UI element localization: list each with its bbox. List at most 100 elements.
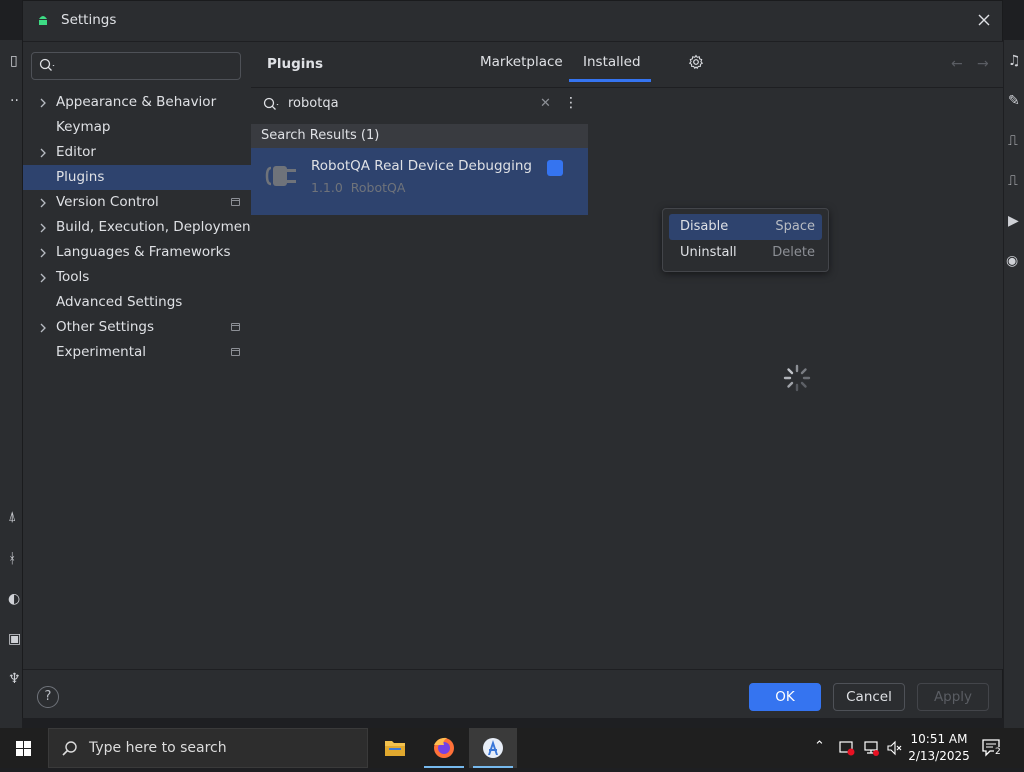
android-studio-taskbar-icon[interactable] <box>469 728 517 768</box>
device-manager-icon[interactable]: ⎍ <box>1008 174 1018 188</box>
settings-sidebar: Appearance & Behavior Keymap Editor Plug… <box>23 41 256 669</box>
clock-date: 2/13/2025 <box>908 749 970 763</box>
file-explorer-icon[interactable] <box>371 728 419 768</box>
clock-time: 10:51 AM <box>910 732 968 746</box>
notifications-icon[interactable]: ♫ <box>1008 54 1021 68</box>
security-icon[interactable] <box>838 739 856 757</box>
device-icon[interactable]: ⎍ <box>1008 134 1018 148</box>
sidebar-item-editor[interactable]: Editor <box>23 140 251 165</box>
chevron-right-icon[interactable] <box>39 223 47 233</box>
chevron-up-icon[interactable]: ⌃ <box>814 739 832 757</box>
tab-marketplace[interactable]: Marketplace <box>480 54 563 70</box>
plugin-list-item[interactable]: RobotQA Real Device Debugging 1.1.0 Robo… <box>251 148 588 215</box>
folder-icon[interactable]: ▯ <box>10 54 18 68</box>
project-level-icon <box>231 323 240 331</box>
loading-spinner-icon <box>783 364 811 392</box>
sidebar-item-appearance-behavior[interactable]: Appearance & Behavior <box>23 90 251 115</box>
sidebar-item-label: Languages & Frameworks <box>56 244 231 260</box>
search-icon <box>39 58 55 71</box>
sidebar-item-label: Other Settings <box>56 319 154 335</box>
plugin-search-input[interactable]: robotqa ✕ ⋮ <box>251 88 588 122</box>
apply-button[interactable]: Apply <box>917 683 989 711</box>
settings-search-input[interactable] <box>31 52 241 80</box>
cancel-button[interactable]: Cancel <box>833 683 905 711</box>
notification-count: 2 <box>994 747 1002 757</box>
clear-icon[interactable]: ✕ <box>540 96 551 111</box>
plugin-search-query: robotqa <box>288 96 339 111</box>
taskbar-clock[interactable]: 10:51 AM 2/13/2025 <box>904 731 974 765</box>
active-tab-indicator <box>569 79 651 82</box>
settings-dialog: Settings Appearance & Behavior Keymap Ed <box>22 0 1003 718</box>
gear-icon[interactable] <box>688 54 704 70</box>
sidebar-item-plugins[interactable]: Plugins <box>23 165 251 190</box>
plugin-enabled-checkbox[interactable] <box>547 160 563 176</box>
problems-icon[interactable]: ◐ <box>8 592 20 606</box>
sidebar-item-advanced-settings[interactable]: Advanced Settings <box>23 290 251 315</box>
help-button[interactable]: ? <box>37 686 59 708</box>
taskbar-search-input[interactable]: Type here to search <box>48 728 368 768</box>
plugin-list: robotqa ✕ ⋮ Search Results (1) RobotQA R… <box>251 88 588 670</box>
chevron-right-icon[interactable] <box>39 148 47 158</box>
chevron-right-icon[interactable] <box>39 248 47 258</box>
menu-item-disable[interactable]: Disable Space <box>669 214 822 240</box>
plugin-context-menu: Disable Space Uninstall Delete <box>662 208 829 272</box>
plugin-name: RobotQA Real Device Debugging <box>311 158 533 174</box>
vcs-icon[interactable]: ♆ <box>8 672 21 686</box>
more-options-icon[interactable]: ⋮ <box>564 95 578 111</box>
back-arrow-icon[interactable]: ← <box>951 56 963 72</box>
build-icon[interactable]: ⍋ <box>8 510 16 524</box>
sidebar-item-other-settings[interactable]: Other Settings <box>23 315 251 340</box>
ide-left-toolbar: ▯ ·· ⍋ ᚼ ◐ ▣ ♆ <box>0 40 22 728</box>
plugins-panel: Plugins Marketplace Installed ← → robotq… <box>251 41 1003 670</box>
sidebar-item-label: Tools <box>56 269 90 285</box>
git-icon[interactable]: ᚼ <box>8 552 16 566</box>
chevron-right-icon[interactable] <box>39 198 47 208</box>
title-bar: Settings <box>23 1 1002 41</box>
settings-tree: Appearance & Behavior Keymap Editor Plug… <box>23 90 256 365</box>
page-title: Plugins <box>267 56 324 72</box>
sidebar-item-label: Advanced Settings <box>56 294 183 310</box>
tab-installed[interactable]: Installed <box>583 54 641 70</box>
menu-item-label: Uninstall <box>680 245 737 260</box>
chevron-right-icon[interactable] <box>39 273 47 283</box>
more-icon[interactable]: ·· <box>10 94 19 108</box>
sidebar-item-languages-frameworks[interactable]: Languages & Frameworks <box>23 240 251 265</box>
sidebar-item-version-control[interactable]: Version Control <box>23 190 251 215</box>
search-icon <box>263 97 279 110</box>
sidebar-item-label: Keymap <box>56 119 111 135</box>
menu-item-label: Disable <box>680 219 729 234</box>
chevron-right-icon[interactable] <box>39 98 47 108</box>
menu-item-shortcut: Space <box>775 219 815 234</box>
plugin-meta: 1.1.0 RobotQA <box>311 180 405 195</box>
menu-item-shortcut: Delete <box>772 245 815 260</box>
firefox-icon[interactable] <box>420 728 468 768</box>
speaker-muted-icon[interactable] <box>886 739 904 757</box>
android-studio-icon <box>39 16 47 25</box>
gradle-icon[interactable]: ✎ <box>1008 94 1020 108</box>
sidebar-item-keymap[interactable]: Keymap <box>23 115 251 140</box>
close-icon[interactable] <box>974 10 994 30</box>
plugin-vendor: RobotQA <box>350 180 406 195</box>
taskbar-search-placeholder: Type here to search <box>89 740 227 756</box>
project-level-icon <box>231 348 240 356</box>
windows-start-icon[interactable] <box>0 728 48 768</box>
sidebar-item-experimental[interactable]: Experimental <box>23 340 251 365</box>
plugin-icon <box>265 166 296 186</box>
dialog-footer: ? OK Cancel Apply <box>23 669 1002 718</box>
sidebar-item-label: Appearance & Behavior <box>56 94 217 110</box>
run-icon[interactable]: ▶ <box>1008 214 1019 228</box>
sidebar-item-build-execution-deployment[interactable]: Build, Execution, Deployment <box>23 215 256 240</box>
assistant-icon[interactable]: ◉ <box>1006 254 1018 268</box>
forward-arrow-icon[interactable]: → <box>977 56 989 72</box>
network-icon[interactable] <box>862 739 880 757</box>
chevron-right-icon[interactable] <box>39 323 47 333</box>
notification-center-icon[interactable]: 2 <box>980 736 1004 760</box>
sidebar-item-label: Experimental <box>56 344 147 360</box>
sidebar-item-tools[interactable]: Tools <box>23 265 251 290</box>
menu-item-uninstall[interactable]: Uninstall Delete <box>669 240 822 266</box>
search-results-header: Search Results (1) <box>251 124 588 148</box>
ok-button[interactable]: OK <box>749 683 821 711</box>
sidebar-item-label: Plugins <box>56 169 105 185</box>
terminal-icon[interactable]: ▣ <box>8 632 21 646</box>
ide-right-toolbar: ♫ ✎ ⎍ ⎍ ▶ ◉ <box>1004 40 1024 728</box>
